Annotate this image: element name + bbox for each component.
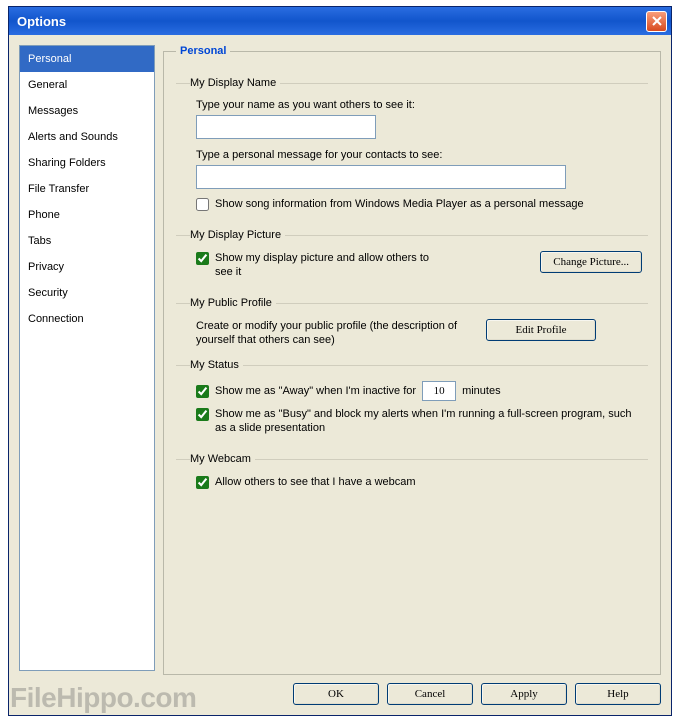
options-window: Options Personal General Messages Alerts… [8,6,672,716]
busy-checkbox[interactable] [196,408,209,421]
sidebar-item-general[interactable]: General [20,72,154,98]
webcam-checkbox[interactable] [196,476,209,489]
close-icon [652,16,662,26]
webcam-legend: My Webcam [190,453,255,465]
ok-button[interactable]: OK [293,683,379,705]
category-sidebar: Personal General Messages Alerts and Sou… [19,45,155,671]
sidebar-item-alerts[interactable]: Alerts and Sounds [20,124,154,150]
display-picture-legend: My Display Picture [190,229,285,241]
show-picture-label: Show my display picture and allow others… [215,251,435,279]
apply-button[interactable]: Apply [481,683,567,705]
change-picture-button[interactable]: Change Picture... [540,251,642,273]
song-info-checkbox[interactable] [196,198,209,211]
sidebar-item-privacy[interactable]: Privacy [20,254,154,280]
sidebar-item-personal[interactable]: Personal [20,46,154,72]
away-suffix: minutes [462,385,501,397]
sidebar-item-filetransfer[interactable]: File Transfer [20,176,154,202]
personal-panel: Personal My Display Name Type your name … [163,45,661,675]
edit-profile-button[interactable]: Edit Profile [486,319,596,341]
display-name-legend: My Display Name [190,77,280,89]
content-panel: Personal My Display Name Type your name … [163,45,661,671]
help-button[interactable]: Help [575,683,661,705]
sidebar-item-security[interactable]: Security [20,280,154,306]
personal-msg-input[interactable] [196,165,566,189]
away-checkbox[interactable] [196,385,209,398]
sidebar-item-sharing[interactable]: Sharing Folders [20,150,154,176]
window-title: Options [17,14,646,29]
status-legend: My Status [190,359,243,371]
panel-title: Personal [176,45,230,57]
away-prefix: Show me as "Away" when I'm inactive for [215,384,416,398]
sidebar-item-messages[interactable]: Messages [20,98,154,124]
away-minutes-input[interactable] [422,381,456,401]
sidebar-item-connection[interactable]: Connection [20,306,154,332]
group-display-name: My Display Name Type your name as you wa… [176,77,648,219]
close-button[interactable] [646,11,667,32]
busy-label: Show me as "Busy" and block my alerts wh… [215,407,642,435]
group-status: My Status Show me as "Away" when I'm ina… [176,359,648,443]
titlebar[interactable]: Options [9,7,671,35]
song-info-label: Show song information from Windows Media… [215,197,642,211]
cancel-button[interactable]: Cancel [387,683,473,705]
display-name-input[interactable] [196,115,376,139]
public-profile-desc: Create or modify your public profile (th… [196,319,476,347]
sidebar-item-phone[interactable]: Phone [20,202,154,228]
group-display-picture: My Display Picture Show my display pictu… [176,229,648,287]
webcam-label: Allow others to see that I have a webcam [215,475,642,489]
dialog-footer: OK Cancel Apply Help [9,677,671,715]
group-public-profile: My Public Profile Create or modify your … [176,297,648,349]
dialog-body: Personal General Messages Alerts and Sou… [9,35,671,677]
group-webcam: My Webcam Allow others to see that I hav… [176,453,648,497]
public-profile-legend: My Public Profile [190,297,276,309]
display-name-prompt: Type your name as you want others to see… [196,99,642,111]
personal-msg-prompt: Type a personal message for your contact… [196,149,642,161]
show-picture-checkbox[interactable] [196,252,209,265]
sidebar-item-tabs[interactable]: Tabs [20,228,154,254]
